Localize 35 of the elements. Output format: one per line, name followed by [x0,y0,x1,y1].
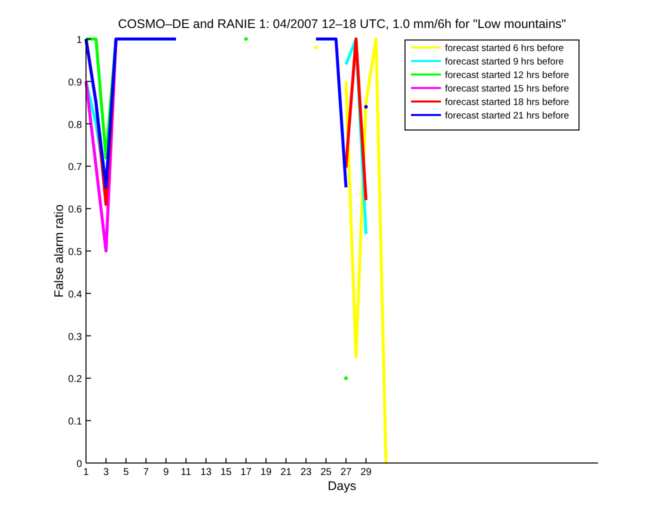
y-axis-label: False alarm ratio [52,204,66,298]
legend-label: forecast started 21 hrs before [445,110,570,122]
tick-label: 0.1 [68,416,82,428]
tick-label: 15 [220,467,232,478]
tick-label: 17 [240,467,252,478]
legend-label: forecast started 6 hrs before [445,43,564,54]
tick-label: 11 [180,467,192,478]
tick-label: 23 [300,467,312,478]
tick-label: 5 [123,467,129,478]
chart-title: COSMO–DE and RANIE 1: 04/2007 12–18 UTC, 1.0 mm/6h for "Low mountains" [118,17,566,31]
tick-label: 21 [280,467,292,478]
tick-label: 1 [83,467,89,478]
tick-label: 3 [103,467,109,478]
legend-label: forecast started 15 hrs before [445,84,570,94]
tick-label: 0.5 [68,247,82,258]
tick-label: 0.4 [68,289,82,300]
legend-label: forecast started 12 hrs before [445,70,570,81]
tick-label: 0.9 [68,77,82,88]
tick-label: 25 [320,467,332,478]
tick-label: 29 [360,467,372,478]
tick-label: 13 [200,467,212,478]
tick-label: 7 [143,467,149,478]
tick-label: 19 [260,467,272,478]
x-axis-label: Days [328,479,356,493]
tick-label: 0.6 [68,204,82,216]
tick-label: 27 [340,467,352,478]
tick-label: 9 [163,467,169,478]
tick-label: 0.7 [68,162,82,174]
tick-label: 1 [76,35,82,46]
legend-label: forecast started 9 hrs before [445,56,564,68]
tick-label: 0 [76,459,82,470]
tick-label: 0.3 [68,332,82,343]
legend-label: forecast started 18 hrs before [445,97,570,108]
tick-label: 0.8 [68,120,82,131]
tick-label: 0.2 [68,374,82,386]
